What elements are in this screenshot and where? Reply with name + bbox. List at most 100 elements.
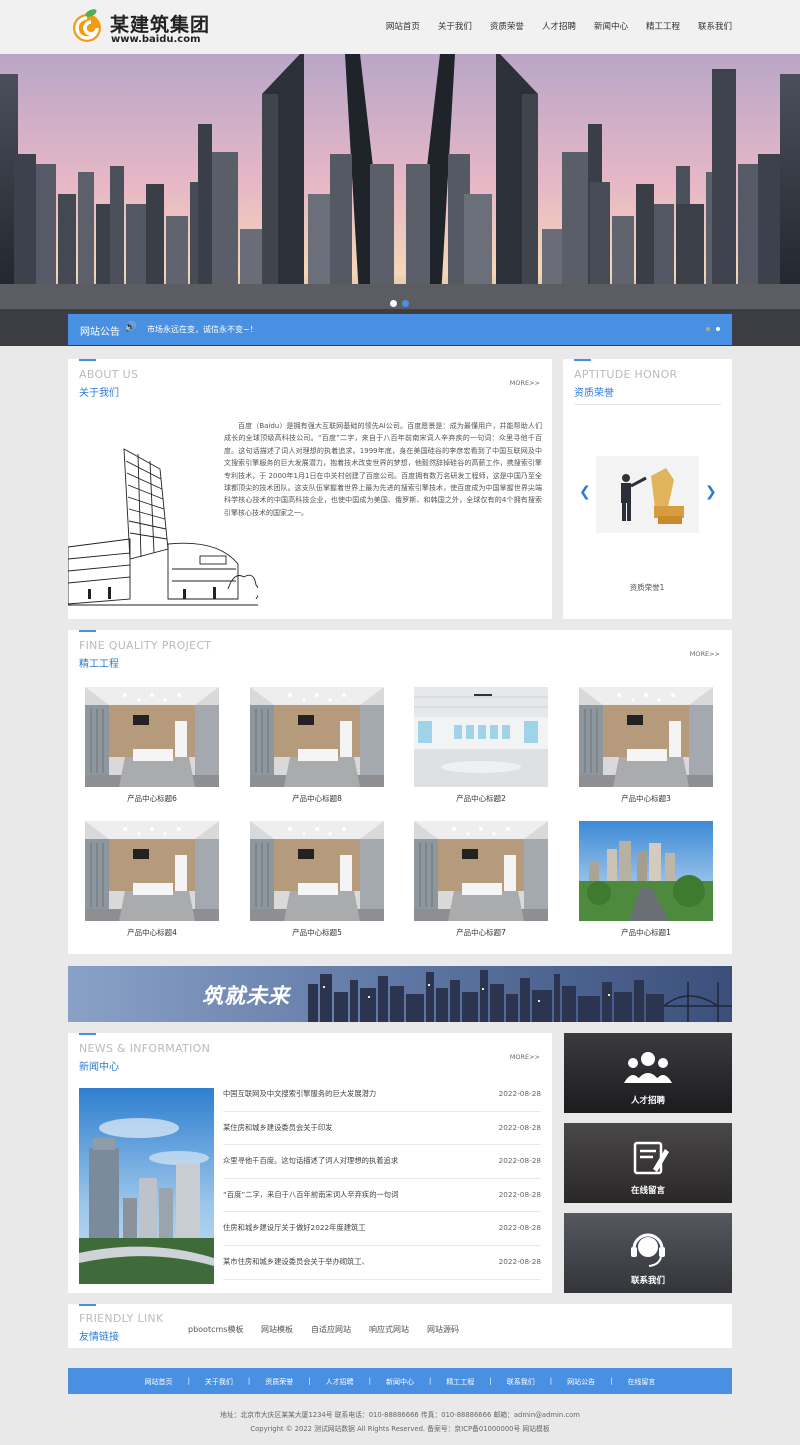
nav-projects[interactable]: 精工工程 [646, 20, 680, 32]
honor-panel: APTITUDE HONOR 资质荣誉 ❮ ❯ 资质荣誉1 [563, 359, 732, 619]
news-item-date: 2022-08-28 [498, 1156, 541, 1166]
tile-label[interactable]: 联系我们 [564, 1274, 732, 1286]
tile-recruitment[interactable]: 人才招聘 [564, 1033, 732, 1113]
project-caption[interactable]: 产品中心标题5 [250, 927, 384, 938]
footer-nav-item[interactable]: 资质荣誉 [265, 1377, 293, 1387]
friendly-link[interactable]: 网站模板 [261, 1324, 293, 1335]
tile-label[interactable]: 人才招聘 [564, 1094, 732, 1106]
separator: | [368, 1377, 371, 1385]
project-caption[interactable]: 产品中心标题1 [579, 927, 713, 938]
separator: | [247, 1377, 251, 1385]
friendly-link[interactable]: 网站源码 [427, 1324, 459, 1335]
nav-home[interactable]: 网站首页 [386, 20, 420, 32]
project-card[interactable]: 产品中心标题5 [250, 821, 384, 938]
project-photo [414, 821, 548, 921]
project-image[interactable] [85, 687, 219, 787]
project-caption[interactable]: 产品中心标题4 [85, 927, 219, 938]
panel-accent-bar [79, 1304, 96, 1306]
project-caption[interactable]: 产品中心标题7 [414, 927, 548, 938]
project-image[interactable] [85, 821, 219, 921]
news-item[interactable]: “百度”二字，来自于八百年前南宋词人辛弃疾的一句词 2022-08-28 [223, 1179, 541, 1213]
honor-image[interactable] [596, 456, 699, 533]
project-card[interactable]: 产品中心标题1 [579, 821, 713, 938]
friendly-link[interactable]: pbootcms模板 [188, 1324, 243, 1335]
project-image[interactable] [250, 687, 384, 787]
nav-about[interactable]: 关于我们 [438, 20, 472, 32]
nav-jobs[interactable]: 人才招聘 [542, 20, 576, 32]
news-item[interactable]: 中国互联网及中文搜索引擎服务的巨大发展潜力 2022-08-28 [223, 1078, 541, 1112]
tile-message[interactable]: 在线留言 [564, 1123, 732, 1203]
tile-label[interactable]: 在线留言 [564, 1184, 732, 1196]
news-item-title[interactable]: 住房和城乡建设厅关于做好2022年度建筑工 [223, 1223, 366, 1233]
project-photo [579, 687, 713, 787]
news-feature-image[interactable] [79, 1088, 214, 1284]
notice-text[interactable]: 市场永远在变，诚信永不变~！ [147, 324, 258, 335]
project-image[interactable] [250, 821, 384, 921]
footer-nav-item[interactable]: 人才招聘 [326, 1377, 354, 1387]
project-caption[interactable]: 产品中心标题3 [579, 793, 713, 804]
news-more-link[interactable]: MORE>> [510, 1053, 540, 1061]
banner-dot-2[interactable] [402, 300, 409, 307]
project-caption[interactable]: 产品中心标题2 [414, 793, 548, 804]
project-card[interactable]: 产品中心标题2 [414, 687, 548, 804]
projects-title-en: FINE QUALITY PROJECT [79, 639, 212, 652]
project-card[interactable]: 产品中心标题6 [85, 687, 219, 804]
footer-nav-item[interactable]: 在线留言 [627, 1377, 655, 1387]
honor-title-cn[interactable]: 资质荣誉 [574, 384, 614, 399]
project-photo [85, 821, 219, 921]
brand-name: 某建筑集团 [110, 14, 211, 36]
news-item-title[interactable]: 某市住房和城乡建设委员会关于举办砌筑工、 [223, 1257, 369, 1267]
notice-pagination [706, 327, 720, 331]
project-image[interactable] [414, 687, 548, 787]
nav-honor[interactable]: 资质荣誉 [490, 20, 524, 32]
notice-dot-2[interactable] [716, 327, 720, 331]
slogan-skyline-image [68, 966, 732, 1022]
nav-news[interactable]: 新闻中心 [594, 20, 628, 32]
about-title-en: ABOUT US [79, 368, 139, 381]
honor-title-en: APTITUDE HONOR [574, 368, 678, 381]
chevron-left-icon[interactable]: ❮ [579, 484, 591, 500]
project-image[interactable] [579, 821, 713, 921]
tile-contact[interactable]: 联系我们 [564, 1213, 732, 1293]
banner-dot-1[interactable] [390, 300, 397, 307]
news-item-title[interactable]: 众里寻他千百度。这句话描述了词人对理想的执着追求 [223, 1156, 398, 1166]
project-card[interactable]: 产品中心标题7 [414, 821, 548, 938]
about-title-cn[interactable]: 关于我们 [79, 384, 119, 399]
news-item[interactable]: 众里寻他千百度。这句话描述了词人对理想的执着追求 2022-08-28 [223, 1145, 541, 1179]
project-image[interactable] [579, 687, 713, 787]
news-item-date: 2022-08-28 [498, 1223, 541, 1233]
news-item-title[interactable]: “百度”二字，来自于八百年前南宋词人辛弃疾的一句词 [223, 1190, 398, 1200]
friendly-link[interactable]: 响应式网站 [369, 1324, 409, 1335]
speaker-icon: 🔊 [124, 322, 137, 333]
hero-banner[interactable] [0, 54, 800, 346]
news-title-cn[interactable]: 新闻中心 [79, 1058, 119, 1073]
projects-more-link[interactable]: MORE>> [690, 650, 720, 658]
chevron-right-icon[interactable]: ❯ [705, 484, 717, 500]
site-logo[interactable]: 某建筑集团 www.baidu.com [70, 6, 220, 48]
project-caption[interactable]: 产品中心标题8 [250, 793, 384, 804]
footer-nav-item[interactable]: 新闻中心 [386, 1377, 414, 1387]
footer-nav-item[interactable]: 网站公告 [567, 1377, 595, 1387]
footer-nav-item[interactable]: 关于我们 [205, 1377, 233, 1387]
news-item-title[interactable]: 某住房和城乡建设委员会关于印发 [223, 1123, 332, 1133]
honor-caption[interactable]: 资质荣誉1 [563, 582, 731, 593]
about-more-link[interactable]: MORE>> [510, 379, 540, 387]
project-caption[interactable]: 产品中心标题6 [85, 793, 219, 804]
notice-dot-1[interactable] [706, 327, 710, 331]
news-item-title[interactable]: 中国互联网及中文搜索引擎服务的巨大发展潜力 [223, 1089, 376, 1099]
footer-nav-item[interactable]: 网站首页 [145, 1377, 173, 1387]
project-card[interactable]: 产品中心标题8 [250, 687, 384, 804]
project-card[interactable]: 产品中心标题3 [579, 687, 713, 804]
footer-nav-item[interactable]: 精工工程 [446, 1377, 474, 1387]
panel-accent-bar [79, 1033, 96, 1035]
news-item[interactable]: 某市住房和城乡建设委员会关于举办砌筑工、 2022-08-28 [223, 1246, 541, 1280]
news-item[interactable]: 某住房和城乡建设委员会关于印发 2022-08-28 [223, 1112, 541, 1146]
friendly-link[interactable]: 自适应网站 [311, 1324, 351, 1335]
news-item[interactable]: 住房和城乡建设厅关于做好2022年度建筑工 2022-08-28 [223, 1212, 541, 1246]
project-card[interactable]: 产品中心标题4 [85, 821, 219, 938]
about-text: 百度（Baidu）是拥有强大互联网基础的领先AI公司。百度愿景是：成为最懂用户，… [224, 422, 542, 517]
nav-contact[interactable]: 联系我们 [698, 20, 732, 32]
projects-title-cn[interactable]: 精工工程 [79, 655, 119, 670]
project-image[interactable] [414, 821, 548, 921]
footer-nav-item[interactable]: 联系我们 [507, 1377, 535, 1387]
